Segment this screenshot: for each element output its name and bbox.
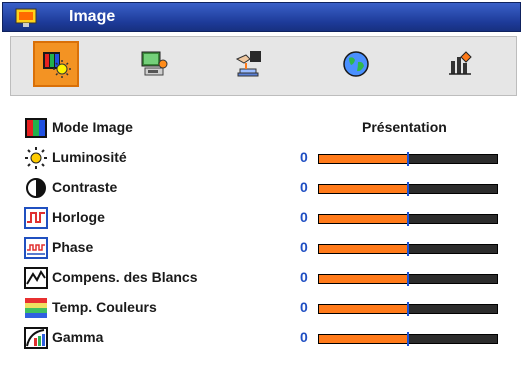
compens-blancs-label: Compens. des Blancs (52, 269, 198, 285)
tab-row (10, 36, 517, 96)
phase-value: 0 (300, 239, 308, 255)
list-item-temp-couleurs[interactable]: Temp. Couleurs 0 (22, 293, 511, 323)
phase-slider-thumb[interactable] (407, 242, 409, 256)
color-bars-icon (25, 118, 47, 138)
contraste-slider[interactable] (318, 182, 498, 196)
tab-setup[interactable] (226, 41, 272, 87)
window-title: Image (69, 8, 116, 25)
contraste-value: 0 (300, 179, 308, 195)
osd-menu: Image Mode Image Présentation Luminosité… (2, 2, 521, 367)
temp-couleurs-slider-fill (319, 305, 408, 313)
compens-blancs-slider[interactable] (318, 272, 498, 286)
compens-blancs-value: 0 (300, 269, 308, 285)
phase-label: Phase (52, 239, 94, 255)
white-balance-icon (24, 267, 48, 289)
mode-image-value[interactable]: Présentation (362, 119, 447, 135)
image-settings-icon (43, 52, 71, 78)
phase-slider-fill (319, 245, 408, 253)
luminosite-slider-thumb[interactable] (407, 152, 409, 166)
temp-couleurs-slider-thumb[interactable] (407, 302, 409, 316)
contraste-slider-fill (319, 185, 408, 193)
list-item-luminosite[interactable]: Luminosité 0 (22, 143, 511, 173)
options-chart-icon (449, 51, 472, 75)
gamma-slider-thumb[interactable] (407, 332, 409, 346)
display-settings-icon (141, 51, 168, 76)
image-menu-icon (15, 8, 37, 27)
list-item-horloge[interactable]: Horloge 0 (22, 203, 511, 233)
contraste-label: Contraste (52, 179, 118, 195)
settings-list: Mode Image Présentation Luminosité 0 Con… (22, 110, 511, 357)
tab-options[interactable] (438, 41, 484, 87)
tab-language[interactable] (333, 41, 379, 87)
compens-blancs-slider-fill (319, 275, 408, 283)
list-item-compens-blancs[interactable]: Compens. des Blancs 0 (22, 263, 511, 293)
gamma-value: 0 (300, 329, 308, 345)
gamma-label: Gamma (52, 329, 104, 345)
horloge-slider[interactable] (318, 212, 498, 226)
globe-icon (343, 51, 369, 77)
temp-couleurs-value: 0 (300, 299, 308, 315)
title-bar: Image (2, 2, 521, 32)
phase-slider[interactable] (318, 242, 498, 256)
horloge-value: 0 (300, 209, 308, 225)
gamma-icon (24, 327, 48, 349)
list-item-contraste[interactable]: Contraste 0 (22, 173, 511, 203)
horloge-slider-thumb[interactable] (407, 212, 409, 226)
horloge-slider-fill (319, 215, 408, 223)
luminosite-slider[interactable] (318, 152, 498, 166)
luminosite-value: 0 (300, 149, 308, 165)
luminosite-label: Luminosité (52, 149, 127, 165)
tab-image[interactable] (33, 41, 79, 87)
list-item-phase[interactable]: Phase 0 (22, 233, 511, 263)
contraste-slider-thumb[interactable] (407, 182, 409, 196)
setup-hand-icon (235, 51, 261, 77)
phase-wave-icon (24, 237, 48, 259)
gamma-slider[interactable] (318, 332, 498, 346)
tab-display[interactable] (131, 41, 177, 87)
horloge-label: Horloge (52, 209, 105, 225)
color-temp-icon (25, 298, 47, 318)
compens-blancs-slider-thumb[interactable] (407, 272, 409, 286)
contrast-icon (26, 178, 46, 198)
sun-icon (25, 147, 47, 169)
luminosite-slider-fill (319, 155, 408, 163)
list-item-mode-image[interactable]: Mode Image Présentation (22, 113, 511, 143)
gamma-slider-fill (319, 335, 408, 343)
temp-couleurs-slider[interactable] (318, 302, 498, 316)
temp-couleurs-label: Temp. Couleurs (52, 299, 157, 315)
list-item-gamma[interactable]: Gamma 0 (22, 323, 511, 353)
mode-image-label: Mode Image (52, 119, 133, 135)
clock-wave-icon (24, 207, 48, 229)
